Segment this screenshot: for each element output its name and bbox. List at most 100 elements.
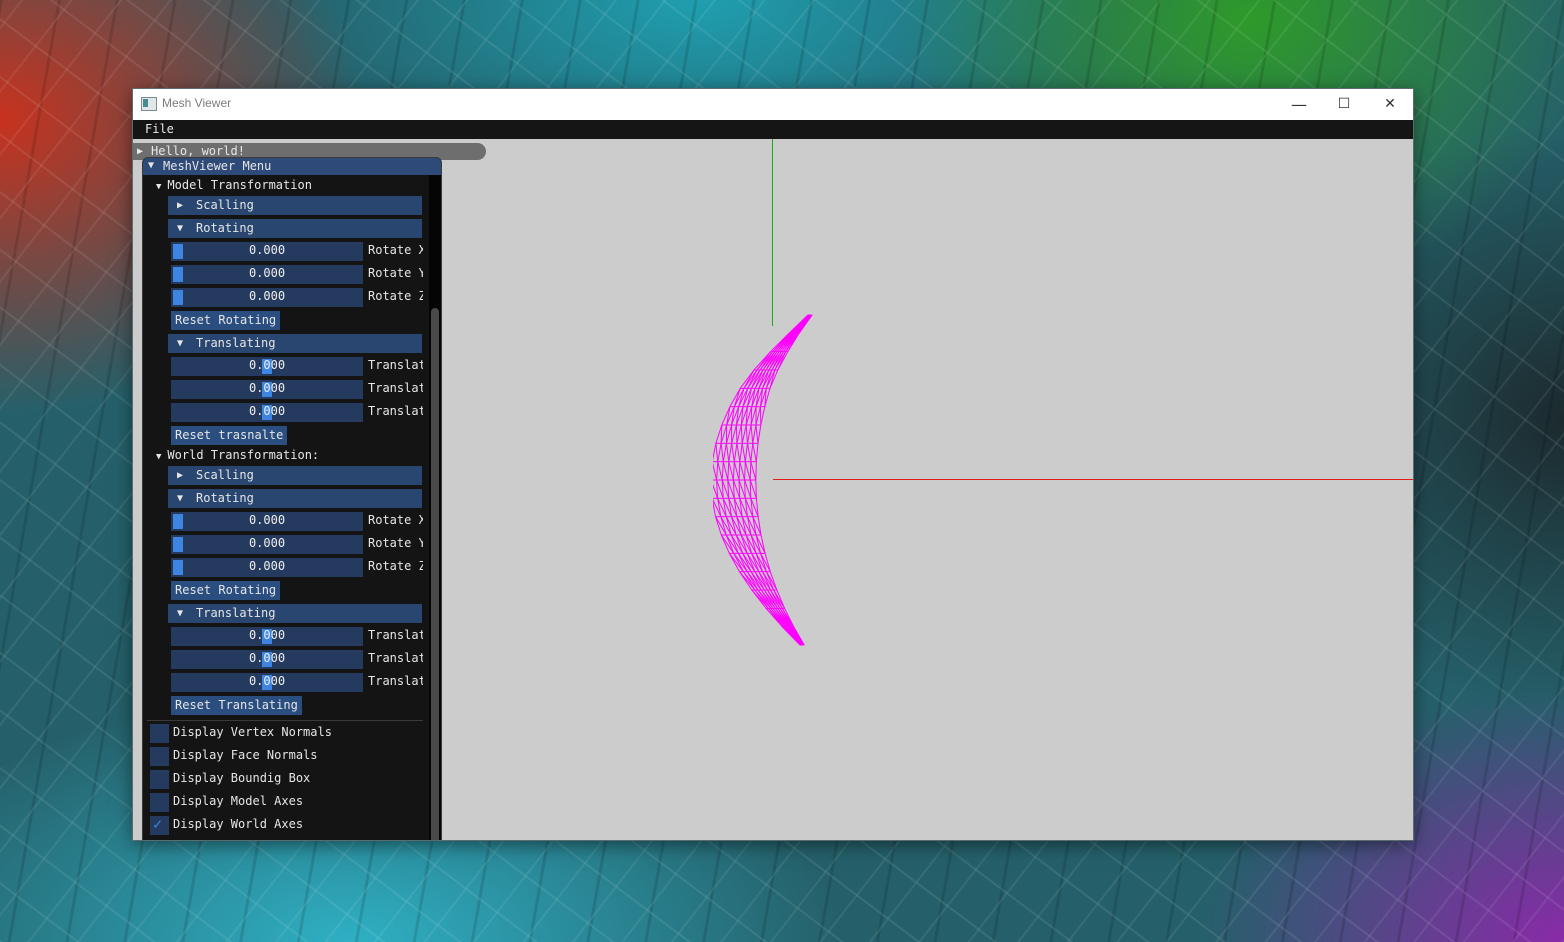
mesh-edge [760, 406, 766, 426]
window-title: Mesh Viewer [162, 96, 232, 110]
mesh-edge [720, 516, 732, 536]
slider-value: 0.000 [248, 559, 286, 573]
check-icon: ✓ [153, 815, 163, 833]
slider-label: Rotate Y [368, 536, 423, 550]
mesh-edge [736, 516, 747, 536]
slider-label: Rotate X [368, 243, 423, 257]
mesh-edge [727, 461, 730, 481]
model-rotate-y-slider[interactable]: 0.000 [171, 265, 363, 284]
mesh-edge [744, 443, 748, 462]
checkbox-face-normals[interactable]: ✓ [150, 747, 169, 766]
mesh-edge [725, 443, 730, 462]
mesh-edge [736, 516, 742, 536]
header-label: Rotating [196, 491, 254, 505]
slider-value: 0.000 [248, 381, 286, 395]
slider-value: 0.000 [248, 358, 286, 372]
meshviewer-menu-panel: ▼ MeshViewer Menu ▼ Model Transformation … [142, 157, 442, 840]
mesh-edge [752, 424, 757, 444]
header-label: Translating [196, 606, 276, 620]
reset-world-rotating-button[interactable]: Reset Rotating [171, 581, 281, 600]
mesh-edge [722, 461, 729, 481]
header-world-rotating[interactable]: ▼ Rotating [168, 489, 422, 508]
slider-value: 0.000 [248, 404, 286, 418]
minimize-button[interactable]: — [1276, 89, 1322, 119]
tree-node-label: Model Transformation [167, 178, 312, 192]
reset-world-translating-button[interactable]: Reset Translating [171, 696, 302, 715]
header-label: Translating [196, 336, 276, 350]
mesh-edge [722, 443, 727, 462]
reset-model-rotating-button[interactable]: Reset Rotating [171, 311, 281, 330]
mesh-edge [715, 443, 719, 462]
header-model-rotating[interactable]: ▼ Rotating [168, 219, 422, 238]
separator [147, 720, 423, 721]
slider-label: Rotate Z [368, 559, 423, 573]
checkbox-label[interactable]: Display World Axes [173, 817, 303, 831]
mesh-edge [713, 462, 718, 481]
panel-scrollbar[interactable] [429, 175, 441, 840]
world-rotate-x-slider[interactable]: 0.000 [171, 512, 363, 531]
mesh-edge [717, 443, 722, 462]
checkbox-vertex-normals[interactable]: ✓ [150, 724, 169, 743]
checkbox-label[interactable]: Display Vertex Normals [173, 725, 332, 739]
mesh-edge [740, 424, 743, 444]
title-bar[interactable]: Mesh Viewer — ☐ ✕ [133, 89, 1413, 121]
checkbox-model-axes[interactable]: ✓ [150, 793, 169, 812]
wireframe-mesh [713, 314, 813, 646]
menu-file[interactable]: File [145, 122, 174, 136]
slider-value: 0.000 [248, 289, 286, 303]
world-translate-x-slider[interactable]: 0.000 [171, 627, 363, 646]
mesh-edge [736, 443, 741, 462]
mesh-edge [741, 443, 746, 462]
mesh-edge [720, 443, 724, 462]
model-translate-x-slider[interactable]: 0.000 [171, 357, 363, 376]
mesh-edge [760, 534, 766, 554]
render-viewport[interactable]: ▶ Hello, world! ▼ MeshViewer Menu ▼ Model… [133, 139, 1413, 840]
header-world-scaling[interactable]: ▶ Scalling [168, 466, 422, 485]
tree-node-world-transformation[interactable]: ▼ World Transformation: [156, 448, 319, 462]
slider-label: Translate Y [368, 651, 423, 665]
slider-value: 0.000 [248, 513, 286, 527]
expanded-arrow-icon[interactable]: ▼ [148, 160, 154, 171]
world-translate-y-slider[interactable]: 0.000 [171, 650, 363, 669]
mesh-edge [744, 461, 746, 481]
slider-value: 0.000 [248, 651, 286, 665]
model-translate-y-slider[interactable]: 0.000 [171, 380, 363, 399]
mesh-edge [713, 443, 717, 461]
mesh-edge [732, 461, 735, 481]
mesh-edge [725, 424, 733, 444]
tree-node-model-transformation[interactable]: ▼ Model Transformation [156, 178, 312, 192]
header-label: Scalling [196, 198, 254, 212]
mesh-edge [750, 461, 757, 481]
mesh-edge [752, 443, 757, 462]
world-translate-z-slider[interactable]: 0.000 [171, 673, 363, 692]
world-rotate-y-slider[interactable]: 0.000 [171, 535, 363, 554]
collapsed-arrow-icon: ▶ [177, 470, 184, 481]
header-world-translating[interactable]: ▼ Translating [168, 604, 422, 623]
header-model-scaling[interactable]: ▶ Scalling [168, 196, 422, 215]
mesh-edge [739, 443, 743, 462]
mesh-edge [745, 424, 748, 444]
mesh-edge [755, 479, 757, 499]
model-rotate-x-slider[interactable]: 0.000 [171, 242, 363, 261]
close-button[interactable]: ✕ [1367, 89, 1413, 119]
header-model-translating[interactable]: ▼ Translating [168, 334, 422, 353]
slider-label: Translate X [368, 358, 423, 372]
model-translate-z-slider[interactable]: 0.000 [171, 403, 363, 422]
tree-node-label: World Transformation: [167, 448, 320, 462]
reset-model-translate-button[interactable]: Reset trasnalte [171, 426, 288, 445]
checkbox-world-axes[interactable]: ✓ [150, 815, 169, 835]
checkbox-label[interactable]: Display Face Normals [173, 748, 318, 762]
mesh-edge [731, 516, 742, 536]
world-rotate-z-slider[interactable]: 0.000 [171, 558, 363, 577]
checkbox-bounding-box[interactable]: ✓ [150, 770, 169, 789]
maximize-button[interactable]: ☐ [1321, 89, 1367, 119]
model-rotate-z-slider[interactable]: 0.000 [171, 288, 363, 307]
slider-value: 0.000 [248, 674, 286, 688]
scrollbar-thumb[interactable] [431, 308, 439, 840]
checkbox-label[interactable]: Display Model Axes [173, 794, 303, 808]
checkbox-label[interactable]: Display Boundig Box [173, 771, 310, 785]
mesh-edge [750, 424, 754, 444]
slider-label: Translate X [368, 628, 423, 642]
mesh-edge [720, 516, 727, 536]
panel-title-bar[interactable]: ▼ MeshViewer Menu [143, 158, 441, 175]
